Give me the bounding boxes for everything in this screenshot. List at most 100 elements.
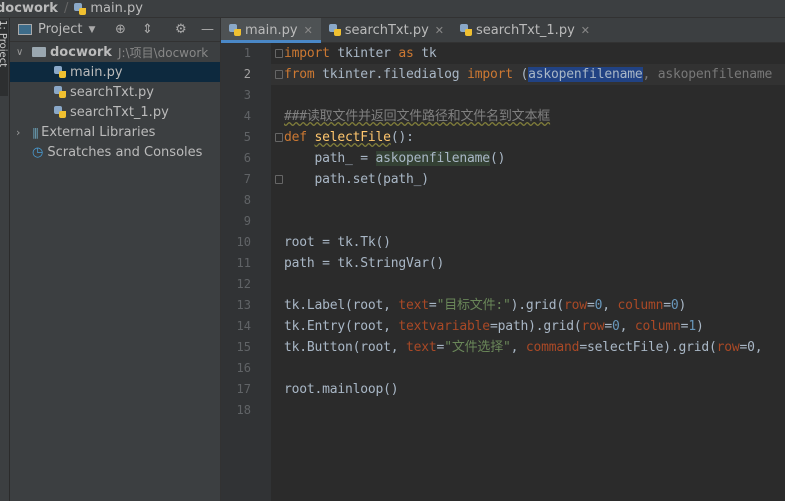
- scratches-label: Scratches and Consoles: [47, 144, 203, 160]
- code-token: path.set(path_): [284, 172, 430, 187]
- line-number: 12: [236, 277, 251, 291]
- tree-file-searchtxt-py[interactable]: searchTxt.py: [10, 82, 220, 102]
- breadcrumb-file[interactable]: main.py: [90, 1, 143, 16]
- code-token: 1: [688, 319, 696, 334]
- code-token: row: [564, 298, 587, 313]
- code-token: =: [586, 298, 595, 313]
- tab-label: searchTxt.py: [344, 22, 429, 38]
- code-token: row: [716, 340, 740, 355]
- python-file-icon: [54, 66, 66, 78]
- breadcrumb-separator: /: [63, 1, 69, 16]
- root-folder-path: J:\项目\docwork: [117, 45, 209, 60]
- code-token: column: [634, 319, 681, 334]
- code-token: askopenfilename: [375, 151, 490, 166]
- minimize-icon[interactable]: —: [201, 22, 214, 37]
- line-number: 14: [236, 319, 251, 333]
- tab-label: searchTxt_1.py: [476, 22, 575, 38]
- tree-scratches[interactable]: ◷ Scratches and Consoles: [10, 142, 220, 162]
- tree-file-searchtxt-1-py[interactable]: searchTxt_1.py: [10, 102, 220, 122]
- chevron-down-icon[interactable]: ▼: [88, 25, 95, 35]
- code-token: textvariable: [398, 319, 490, 334]
- code-token: tk.Button(root,: [284, 340, 407, 355]
- python-file-icon: [54, 86, 66, 98]
- project-panel-header: Project ▼ ⊕ ⇕ ⚙ —: [10, 18, 220, 42]
- line-number: 17: [236, 382, 251, 396]
- breadcrumb-project[interactable]: docwork: [0, 1, 58, 16]
- code-token: askopenfilename: [528, 67, 643, 82]
- code-token: =selectFile).grid(: [579, 340, 717, 355]
- line-number: 11: [236, 256, 251, 270]
- project-panel: Project ▼ ⊕ ⇕ ⚙ — ∨ docwork J:\项目\docwor…: [10, 18, 221, 501]
- line-number: 16: [236, 361, 251, 375]
- fold-marker-icon[interactable]: [275, 49, 283, 58]
- tree-external-libraries[interactable]: › ||| External Libraries: [10, 122, 220, 142]
- root-folder-name: docwork: [50, 44, 112, 60]
- line-number: 1: [243, 46, 251, 60]
- file-name: main.py: [70, 64, 123, 80]
- code-token: text: [398, 298, 429, 313]
- chevron-down-icon[interactable]: ∨: [16, 47, 32, 58]
- code-token: import: [467, 67, 513, 82]
- python-file-icon: [54, 106, 66, 118]
- line-number: 10: [236, 235, 251, 249]
- line-number: 3: [243, 88, 251, 102]
- code-line: ###读取文件并返回文件路径和文件名到文本框: [284, 106, 550, 127]
- code-token: ).grid(: [510, 298, 565, 313]
- external-libraries-label: External Libraries: [41, 124, 156, 140]
- fold-marker-icon[interactable]: [275, 70, 283, 79]
- code-token: =path).grid(: [489, 319, 582, 334]
- tab-searchtxt-1-py[interactable]: searchTxt_1.py ✕: [452, 18, 598, 42]
- navigation-bar: docwork / main.py: [0, 0, 785, 18]
- line-number: 15: [236, 340, 251, 354]
- locate-icon[interactable]: ⊕: [115, 22, 126, 37]
- close-icon[interactable]: ✕: [304, 24, 313, 37]
- close-icon[interactable]: ✕: [581, 24, 590, 37]
- code-token: selectFile: [314, 130, 391, 145]
- code-line: path = tk.StringVar(): [284, 253, 444, 274]
- python-file-icon: [229, 24, 241, 36]
- code-token: tkinter: [329, 46, 399, 61]
- code-token: as: [398, 46, 414, 61]
- code-token: "目标文件:": [436, 298, 511, 313]
- tab-searchtxt-py[interactable]: searchTxt.py ✕: [321, 18, 452, 42]
- code-token: tkinter.filedialog: [314, 67, 468, 82]
- line-number: 2: [243, 67, 251, 81]
- project-tool-button[interactable]: 1: Project: [0, 20, 8, 96]
- tab-main-py[interactable]: main.py ✕: [221, 18, 321, 43]
- tree-file-main-py[interactable]: main.py: [10, 62, 220, 82]
- line-number: 9: [243, 214, 251, 228]
- code-token: =0,: [739, 340, 763, 355]
- code-token: ,: [602, 298, 618, 313]
- folder-icon: [32, 47, 46, 57]
- code-token: import: [284, 46, 330, 61]
- code-token: ###读取文件并返回文件路径和文件名到文本框: [284, 109, 551, 124]
- code-line: root.mainloop(): [284, 379, 399, 400]
- code-token: column: [617, 298, 664, 313]
- code-token: ,: [510, 340, 526, 355]
- code-token: text: [406, 340, 437, 355]
- code-token: path = tk.StringVar(): [284, 256, 445, 271]
- code-token: "文件选择": [444, 340, 511, 355]
- gear-icon[interactable]: ⚙: [175, 22, 187, 37]
- fold-marker-icon[interactable]: [275, 175, 283, 184]
- code-line: path_ = askopenfilename(): [284, 148, 505, 169]
- code-token: tk.Label(root,: [284, 298, 399, 313]
- fold-marker-icon[interactable]: [275, 133, 283, 142]
- close-icon[interactable]: ✕: [435, 24, 444, 37]
- line-number: 7: [243, 172, 251, 186]
- code-line: def selectFile():: [284, 127, 414, 148]
- code-token: ): [678, 298, 687, 313]
- code-token: from: [284, 67, 315, 82]
- tree-root-docwork[interactable]: ∨ docwork J:\项目\docwork: [10, 42, 220, 62]
- code-line: root = tk.Tk(): [284, 232, 391, 253]
- code-token: =: [604, 319, 612, 334]
- project-view-selector[interactable]: Project: [38, 22, 82, 37]
- collapse-all-icon[interactable]: ⇕: [142, 22, 153, 37]
- file-name: searchTxt.py: [70, 84, 154, 100]
- code-token: ): [695, 319, 704, 334]
- code-line: import tkinter as tk: [284, 43, 437, 64]
- code-token: tk: [413, 46, 437, 61]
- chevron-right-icon[interactable]: ›: [16, 126, 32, 139]
- python-file-icon: [460, 24, 472, 36]
- code-token: ,: [619, 319, 635, 334]
